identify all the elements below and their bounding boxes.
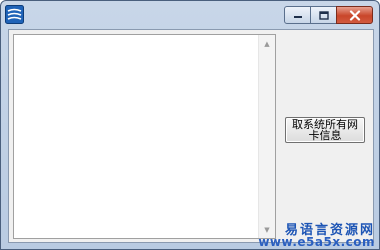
minimize-button[interactable] — [284, 6, 311, 24]
maximize-icon — [318, 10, 329, 20]
minimize-icon — [293, 16, 302, 18]
app-icon[interactable] — [5, 5, 24, 24]
client-area: ▲ ▼ 取系统所有网卡信息 — [8, 29, 374, 243]
watermark: 易语言资源网 www.e5a5x.com — [255, 219, 375, 249]
app-window: ▲ ▼ 取系统所有网卡信息 易语言资源网 www.e5a5x.com — [0, 0, 380, 250]
close-button[interactable] — [336, 6, 373, 24]
nic-info-listbox[interactable]: ▲ ▼ — [13, 34, 276, 239]
close-icon — [349, 9, 360, 21]
get-all-nic-info-button[interactable]: 取系统所有网卡信息 — [285, 117, 365, 143]
vertical-scrollbar[interactable]: ▲ ▼ — [258, 35, 275, 238]
scroll-up-arrow-icon[interactable]: ▲ — [259, 35, 275, 52]
maximize-button[interactable] — [310, 6, 337, 24]
title-buttons — [284, 6, 373, 24]
title-bar[interactable] — [1, 1, 379, 29]
watermark-url: www.e5a5x.com — [258, 235, 375, 249]
